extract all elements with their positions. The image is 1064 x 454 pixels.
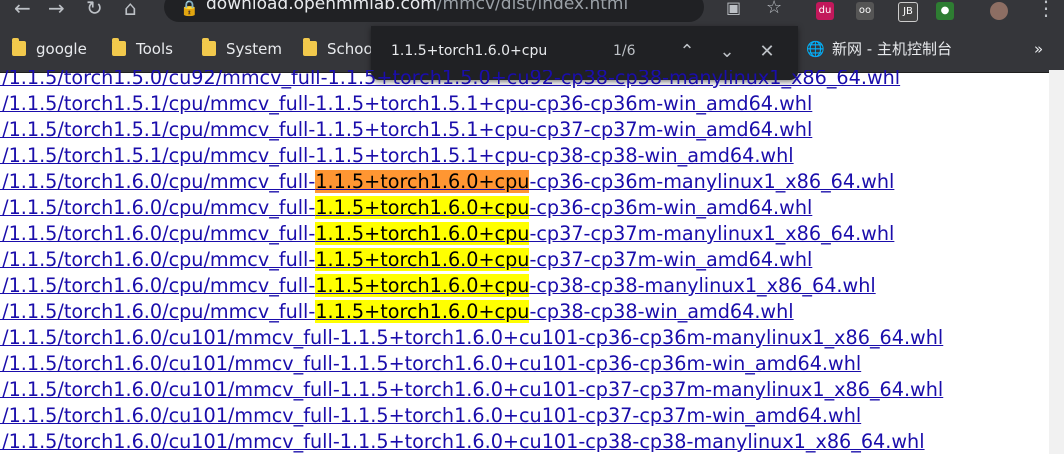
file-link[interactable]: ./1.1.5/torch1.6.0/cu101/mmcv_full-1.1.5… bbox=[0, 326, 943, 350]
folder-icon bbox=[303, 38, 317, 56]
bookmark-google[interactable]: google bbox=[12, 38, 87, 60]
file-link[interactable]: ./1.1.5/torch1.5.0/cu92/mmcv_full-1.1.5+… bbox=[0, 70, 900, 90]
find-close-button[interactable]: ✕ bbox=[755, 40, 779, 64]
more-bookmarks-icon[interactable]: » bbox=[1034, 38, 1043, 60]
link-text: ./1.1.5/torch1.6.0/cpu/mmcv_full- bbox=[0, 274, 316, 297]
file-link[interactable]: ./1.1.5/torch1.6.0/cpu/mmcv_full-1.1.5+t… bbox=[0, 222, 894, 246]
active-find-match: 1.1.5+torch1.6.0+cpu bbox=[315, 170, 530, 193]
link-text: ./1.1.5/torch1.6.0/cu101/mmcv_full-1.1.5… bbox=[0, 404, 862, 427]
file-list: ./1.1.5/torch1.5.0/cu92/mmcv_full-1.1.5+… bbox=[0, 70, 1064, 454]
link-text: ./1.1.5/torch1.6.0/cpu/mmcv_full- bbox=[0, 248, 316, 271]
link-text-suffix: -cp38-cp38-win_amd64.whl bbox=[529, 300, 794, 323]
link-text: ./1.1.5/torch1.5.1/cpu/mmcv_full-1.1.5+t… bbox=[0, 144, 794, 167]
link-text: ./1.1.5/torch1.5.1/cpu/mmcv_full-1.1.5+t… bbox=[0, 92, 813, 115]
link-text: ./1.1.5/torch1.5.0/cu92/mmcv_full-1.1.5+… bbox=[0, 70, 901, 89]
file-link[interactable]: ./1.1.5/torch1.6.0/cu101/mmcv_full-1.1.5… bbox=[0, 404, 861, 428]
link-text: ./1.1.5/torch1.6.0/cpu/mmcv_full- bbox=[0, 196, 316, 219]
link-text: ./1.1.5/torch1.6.0/cu101/mmcv_full-1.1.5… bbox=[0, 326, 944, 349]
folder-icon bbox=[112, 38, 126, 56]
link-text-suffix: -cp38-cp38-manylinux1_x86_64.whl bbox=[529, 274, 876, 297]
folder-icon bbox=[12, 38, 26, 56]
find-input[interactable]: 1.1.5+torch1.6.0+cpu bbox=[391, 43, 547, 59]
find-previous-button[interactable]: ⌃ bbox=[675, 40, 699, 64]
find-match: 1.1.5+torch1.6.0+cpu bbox=[315, 222, 530, 245]
back-arrow-icon[interactable]: ← bbox=[14, 0, 31, 20]
menu-icon[interactable]: ⋮ bbox=[1036, 0, 1056, 20]
file-link[interactable]: ./1.1.5/torch1.6.0/cpu/mmcv_full-1.1.5+t… bbox=[0, 300, 794, 324]
link-text: ./1.1.5/torch1.6.0/cpu/mmcv_full- bbox=[0, 170, 316, 193]
file-link[interactable]: ./1.1.5/torch1.6.0/cu101/mmcv_full-1.1.5… bbox=[0, 430, 925, 454]
link-text-suffix: -cp36-cp36m-manylinux1_x86_64.whl bbox=[529, 170, 895, 193]
url-host: download.openmmlab.com bbox=[206, 0, 437, 14]
file-link[interactable]: ./1.1.5/torch1.6.0/cu101/mmcv_full-1.1.5… bbox=[0, 352, 861, 376]
bookmark-school[interactable]: Schoo bbox=[303, 38, 373, 60]
link-text: ./1.1.5/torch1.6.0/cpu/mmcv_full- bbox=[0, 300, 316, 323]
globe-icon: 🌐 bbox=[806, 40, 825, 58]
bookmark-tools[interactable]: Tools bbox=[112, 38, 173, 60]
file-link[interactable]: ./1.1.5/torch1.6.0/cpu/mmcv_full-1.1.5+t… bbox=[0, 196, 812, 220]
bookmark-label: google bbox=[36, 40, 87, 58]
extension-du-icon[interactable]: du bbox=[816, 2, 834, 20]
link-text-suffix: -cp37-cp37m-manylinux1_x86_64.whl bbox=[529, 222, 895, 245]
link-text-suffix: -cp37-cp37m-win_amd64.whl bbox=[529, 248, 813, 271]
reload-icon[interactable]: ↻ bbox=[86, 0, 103, 20]
find-match: 1.1.5+torch1.6.0+cpu bbox=[315, 248, 530, 271]
file-link[interactable]: ./1.1.5/torch1.5.1/cpu/mmcv_full-1.1.5+t… bbox=[0, 144, 794, 168]
bookmark-star-icon[interactable]: ☆ bbox=[766, 0, 782, 20]
link-text-suffix: -cp36-cp36m-win_amd64.whl bbox=[529, 196, 813, 219]
address-bar: ← → ↻ ⌂ 🔒 download.openmmlab.com/mmcv/di… bbox=[0, 0, 1064, 26]
link-text: ./1.1.5/torch1.6.0/cu101/mmcv_full-1.1.5… bbox=[0, 378, 944, 401]
file-link[interactable]: ./1.1.5/torch1.6.0/cpu/mmcv_full-1.1.5+t… bbox=[0, 170, 894, 194]
find-match: 1.1.5+torch1.6.0+cpu bbox=[315, 274, 530, 297]
find-match: 1.1.5+torch1.6.0+cpu bbox=[315, 196, 530, 219]
home-icon[interactable]: ⌂ bbox=[124, 0, 137, 20]
find-next-button[interactable]: ⌄ bbox=[715, 40, 739, 64]
extension-color-icon[interactable]: ● bbox=[936, 2, 954, 20]
link-text: ./1.1.5/torch1.6.0/cu101/mmcv_full-1.1.5… bbox=[0, 430, 925, 453]
file-link[interactable]: ./1.1.5/torch1.6.0/cpu/mmcv_full-1.1.5+t… bbox=[0, 274, 876, 298]
bookmark-label: 新网 - 主机控制台 bbox=[832, 40, 952, 58]
bookmark-label: Schoo bbox=[327, 40, 373, 58]
bookmark-system[interactable]: System bbox=[202, 38, 282, 60]
file-link[interactable]: ./1.1.5/torch1.5.1/cpu/mmcv_full-1.1.5+t… bbox=[0, 92, 812, 116]
file-link[interactable]: ./1.1.5/torch1.6.0/cpu/mmcv_full-1.1.5+t… bbox=[0, 248, 812, 272]
find-match-count: 1/6 bbox=[613, 43, 636, 59]
folder-icon bbox=[202, 38, 216, 56]
bookmark-label: System bbox=[226, 40, 282, 58]
find-match: 1.1.5+torch1.6.0+cpu bbox=[315, 300, 530, 323]
forward-arrow-icon[interactable]: → bbox=[48, 0, 65, 20]
bookmark-label: Tools bbox=[136, 40, 173, 58]
url-text[interactable]: download.openmmlab.com/mmcv/dist/index.h… bbox=[206, 0, 628, 14]
extension-glasses-icon[interactable]: oo bbox=[856, 2, 874, 20]
file-link[interactable]: ./1.1.5/torch1.5.1/cpu/mmcv_full-1.1.5+t… bbox=[0, 118, 812, 142]
link-text: ./1.1.5/torch1.6.0/cpu/mmcv_full- bbox=[0, 222, 316, 245]
url-path: /mmcv/dist/index.html bbox=[436, 0, 629, 14]
find-in-page-icon[interactable]: ▣ bbox=[726, 0, 741, 20]
file-link[interactable]: ./1.1.5/torch1.6.0/cu101/mmcv_full-1.1.5… bbox=[0, 378, 943, 402]
link-text: ./1.1.5/torch1.6.0/cu101/mmcv_full-1.1.5… bbox=[0, 352, 862, 375]
extension-jb-icon[interactable]: JB bbox=[898, 2, 918, 22]
scrollbar[interactable] bbox=[1049, 70, 1064, 454]
link-text: ./1.1.5/torch1.5.1/cpu/mmcv_full-1.1.5+t… bbox=[0, 118, 813, 141]
bookmark-xinwang[interactable]: 🌐 新网 - 主机控制台 bbox=[806, 38, 952, 60]
lock-icon: 🔒 bbox=[180, 0, 199, 17]
avatar[interactable] bbox=[990, 2, 1008, 20]
